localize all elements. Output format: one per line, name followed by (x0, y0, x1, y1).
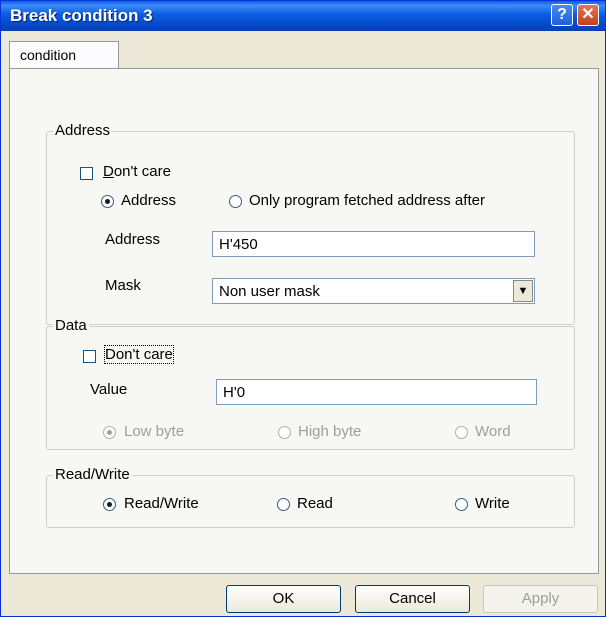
radio-low-byte-label: Low byte (124, 423, 185, 440)
ok-button[interactable]: OK (226, 585, 341, 613)
apply-button[interactable]: Apply (483, 585, 598, 613)
radio-read[interactable] (277, 498, 290, 511)
radio-address-label: Address (121, 192, 177, 209)
address-group-label: Address (53, 122, 113, 139)
close-icon[interactable]: ✕ (577, 4, 599, 26)
radio-address[interactable] (101, 195, 114, 208)
radio-word[interactable] (455, 426, 468, 439)
address-input[interactable]: H'450 (212, 231, 535, 257)
tab-condition[interactable]: condition (9, 41, 119, 69)
value-field-label: Value (90, 381, 128, 398)
radio-read-write-label: Read/Write (124, 495, 199, 512)
radio-word-label: Word (475, 423, 511, 440)
mask-field-label: Mask (105, 277, 141, 294)
radio-read-write[interactable] (103, 498, 116, 511)
mask-select-value: Non user mask (219, 283, 320, 300)
address-dont-care-checkbox[interactable] (80, 167, 93, 180)
address-dont-care-label: Don't care (103, 163, 171, 180)
cancel-button[interactable]: Cancel (355, 585, 470, 613)
tab-panel: Address Don't care Address Only program … (9, 68, 599, 574)
chevron-down-icon[interactable]: ▼ (513, 280, 533, 302)
radio-write-label: Write (475, 495, 510, 512)
radio-low-byte[interactable] (103, 426, 116, 439)
dialog-window: Break condition 3 ? ✕ condition Address … (0, 0, 606, 617)
radio-only-program-fetched[interactable] (229, 195, 242, 208)
address-field-label: Address (105, 231, 161, 248)
help-icon[interactable]: ? (551, 4, 573, 26)
radio-only-program-fetched-label: Only program fetched address after (249, 192, 485, 209)
read-write-group-label: Read/Write (53, 466, 132, 483)
data-group-label: Data (53, 317, 89, 334)
window-title: Break condition 3 (10, 6, 153, 25)
radio-write[interactable] (455, 498, 468, 511)
value-input[interactable]: H'0 (216, 379, 537, 405)
data-dont-care-label: Don't care (104, 345, 174, 364)
address-dont-care-text: on't care (113, 163, 171, 180)
radio-read-label: Read (297, 495, 333, 512)
radio-high-byte-label: High byte (298, 423, 362, 440)
mask-select[interactable]: Non user mask ▼ (212, 278, 535, 304)
title-bar[interactable]: Break condition 3 ? ✕ (1, 1, 605, 31)
data-dont-care-checkbox[interactable] (83, 350, 96, 363)
radio-high-byte[interactable] (278, 426, 291, 439)
tab-condition-label: condition (20, 47, 77, 63)
